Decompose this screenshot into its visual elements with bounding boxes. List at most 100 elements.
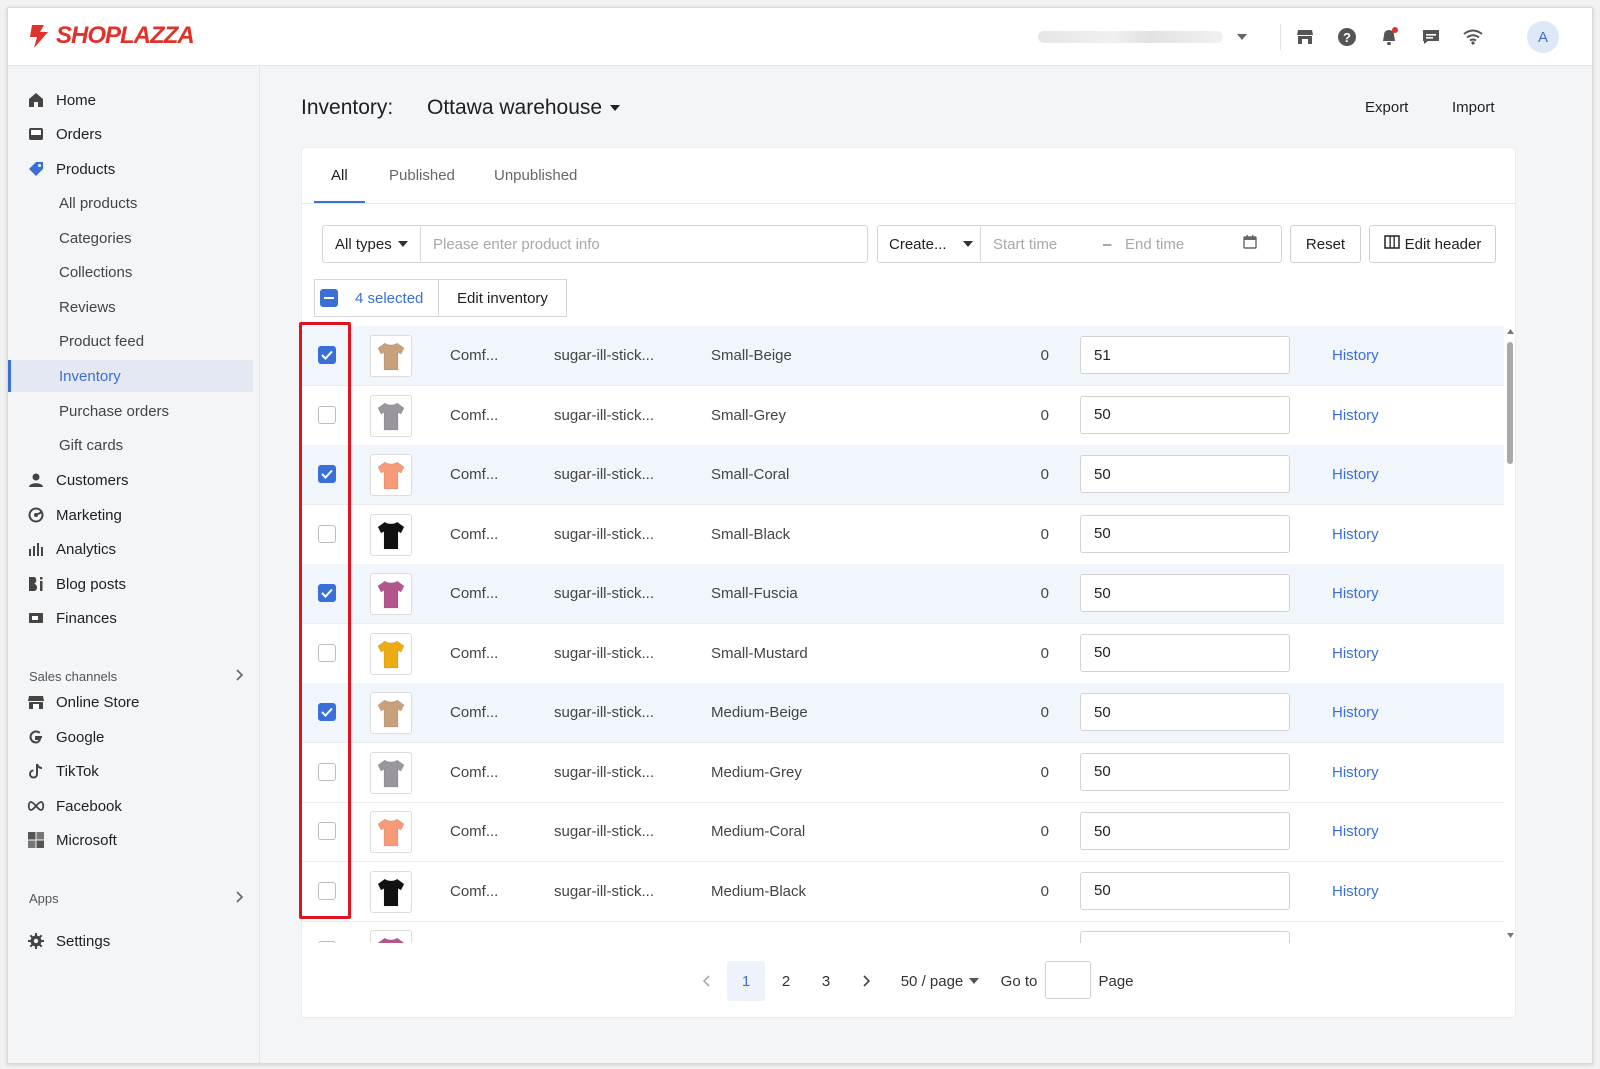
sidebar-item-all-products[interactable]: All products xyxy=(8,187,253,219)
sidebar-item-categories[interactable]: Categories xyxy=(8,222,253,254)
product-thumbnail[interactable] xyxy=(370,632,412,675)
table-row[interactable]: Comf... sugar-ill-stick... Medium-Grey 0 50 H… xyxy=(302,743,1504,803)
tab-all[interactable]: All xyxy=(331,167,348,184)
import-button[interactable]: Import xyxy=(1452,99,1495,116)
sidebar-item-customers[interactable]: Customers xyxy=(8,464,253,496)
edit-header-button[interactable]: Edit header xyxy=(1369,225,1496,263)
available-qty-input[interactable] xyxy=(1080,931,1290,943)
select-all-toggle[interactable]: 4 selected xyxy=(315,280,439,316)
history-link[interactable]: History xyxy=(1332,823,1379,840)
history-link[interactable]: History xyxy=(1332,883,1379,900)
page-size-select[interactable]: 50 / page xyxy=(897,961,983,1001)
sidebar-item-blog-posts[interactable]: Blog posts xyxy=(8,568,253,600)
available-qty-input[interactable]: 50 xyxy=(1080,812,1290,850)
edit-inventory-button[interactable]: Edit inventory xyxy=(439,280,566,316)
sidebar-item-marketing[interactable]: Marketing xyxy=(8,499,253,531)
start-time-input[interactable]: Start time xyxy=(993,236,1103,253)
history-link[interactable]: History xyxy=(1332,764,1379,781)
location-dropdown[interactable]: Ottawa warehouse xyxy=(427,96,621,120)
indeterminate-checkbox[interactable] xyxy=(320,289,338,307)
tab-published[interactable]: Published xyxy=(389,167,455,184)
page-2-button[interactable]: 2 xyxy=(773,961,799,1001)
sidebar-item-home[interactable]: Home xyxy=(8,84,253,116)
table-row[interactable]: Comf... sugar-ill-stick... Small-Fuscia 0 50… xyxy=(302,564,1504,624)
product-thumbnail[interactable] xyxy=(370,870,412,913)
available-qty-input[interactable]: 50 xyxy=(1080,752,1290,791)
history-link[interactable]: History xyxy=(1332,407,1379,424)
date-range-picker[interactable]: Start time – End time xyxy=(980,225,1282,263)
sidebar-item-facebook[interactable]: Facebook xyxy=(8,790,253,822)
history-link[interactable]: History xyxy=(1332,645,1379,662)
end-time-input[interactable]: End time xyxy=(1125,236,1243,253)
sales-channels-header[interactable]: Sales channels xyxy=(29,669,244,684)
available-qty-input[interactable]: 50 xyxy=(1080,514,1290,553)
store-switcher[interactable] xyxy=(1038,27,1268,47)
scrollbar[interactable] xyxy=(1504,326,1516,943)
sidebar-item-tiktok[interactable]: TikTok xyxy=(8,755,253,787)
sidebar-item-products[interactable]: Products xyxy=(8,153,253,185)
product-thumbnail[interactable] xyxy=(370,335,412,377)
history-link[interactable]: History xyxy=(1332,585,1379,602)
sidebar-item-inventory[interactable]: Inventory xyxy=(8,360,253,392)
sidebar-item-reviews[interactable]: Reviews xyxy=(8,291,253,323)
table-row[interactable]: Comf... sugar-ill-stick... Small-Grey 0 50 Hi… xyxy=(302,386,1504,446)
sidebar-item-gift-cards[interactable]: Gift cards xyxy=(8,429,253,461)
available-qty-input[interactable]: 50 xyxy=(1080,455,1290,493)
store-icon[interactable] xyxy=(1293,25,1317,49)
table-row[interactable]: Comf... sugar-ill-stick... Small-Mustard 0 5… xyxy=(302,624,1504,684)
product-thumbnail[interactable] xyxy=(370,573,412,615)
goto-page-input[interactable] xyxy=(1045,961,1091,999)
sidebar-item-google[interactable]: Google xyxy=(8,721,253,753)
available-qty-input[interactable]: 50 xyxy=(1080,574,1290,612)
table-row[interactable]: Comf... sugar-ill-stick... Small-Black 0 50 H… xyxy=(302,505,1504,565)
tab-unpublished[interactable]: Unpublished xyxy=(494,167,577,184)
brand-logo[interactable]: SHOPLAZZA xyxy=(28,22,195,50)
reset-button[interactable]: Reset xyxy=(1290,225,1361,263)
available-qty-input[interactable]: 50 xyxy=(1080,395,1290,434)
chat-icon[interactable] xyxy=(1419,25,1443,49)
product-thumbnail[interactable] xyxy=(370,811,412,853)
page-3-button[interactable]: 3 xyxy=(813,961,839,1001)
table-row[interactable]: Comf... sugar-ill-stick... Medium-Black 0 50… xyxy=(302,862,1504,922)
table-row[interactable]: Comf... sugar-ill-stick... Small-Coral 0 50 H… xyxy=(302,445,1504,505)
available-qty-input[interactable]: 51 xyxy=(1080,336,1290,374)
sidebar-item-orders[interactable]: Orders xyxy=(8,118,253,150)
history-link[interactable]: History xyxy=(1332,526,1379,543)
page-1-button[interactable]: 1 xyxy=(727,961,765,1001)
product-thumbnail[interactable] xyxy=(370,692,412,734)
apps-header[interactable]: Apps xyxy=(29,891,244,906)
date-type-select[interactable]: Create... xyxy=(877,225,981,263)
bell-icon[interactable] xyxy=(1377,25,1401,49)
sidebar-item-finances[interactable]: Finances xyxy=(8,602,253,634)
product-thumbnail[interactable] xyxy=(370,751,412,794)
scroll-up-arrow-icon[interactable] xyxy=(1507,329,1514,334)
history-link[interactable]: History xyxy=(1332,347,1379,364)
product-thumbnail[interactable] xyxy=(370,513,412,556)
help-icon[interactable]: ? xyxy=(1335,25,1359,49)
product-thumbnail[interactable] xyxy=(370,930,412,943)
sidebar-item-analytics[interactable]: Analytics xyxy=(8,533,253,565)
history-link[interactable]: History xyxy=(1332,466,1379,483)
available-qty-input[interactable]: 50 xyxy=(1080,693,1290,731)
sidebar-item-purchase-orders[interactable]: Purchase orders xyxy=(8,395,253,427)
search-input[interactable]: Please enter product info xyxy=(420,225,868,263)
export-button[interactable]: Export xyxy=(1365,99,1408,116)
available-qty-input[interactable]: 50 xyxy=(1080,871,1290,910)
scrollbar-thumb[interactable] xyxy=(1507,342,1513,464)
sidebar-item-online-store[interactable]: Online Store xyxy=(8,686,253,718)
sidebar-item-microsoft[interactable]: Microsoft xyxy=(8,824,253,856)
product-thumbnail[interactable] xyxy=(370,454,412,496)
table-row[interactable] xyxy=(302,921,1504,943)
prev-page-button[interactable] xyxy=(694,961,720,1001)
available-qty-input[interactable]: 50 xyxy=(1080,633,1290,672)
wifi-icon[interactable] xyxy=(1461,25,1485,49)
sidebar-item-settings[interactable]: Settings xyxy=(8,925,253,957)
avatar[interactable]: A xyxy=(1527,21,1559,53)
sidebar-item-collections[interactable]: Collections xyxy=(8,256,253,288)
sidebar-item-product-feed[interactable]: Product feed xyxy=(8,325,253,357)
history-link[interactable]: History xyxy=(1332,704,1379,721)
next-page-button[interactable] xyxy=(853,961,879,1001)
product-thumbnail[interactable] xyxy=(370,394,412,437)
type-select[interactable]: All types xyxy=(322,225,421,263)
scroll-down-arrow-icon[interactable] xyxy=(1507,933,1514,938)
